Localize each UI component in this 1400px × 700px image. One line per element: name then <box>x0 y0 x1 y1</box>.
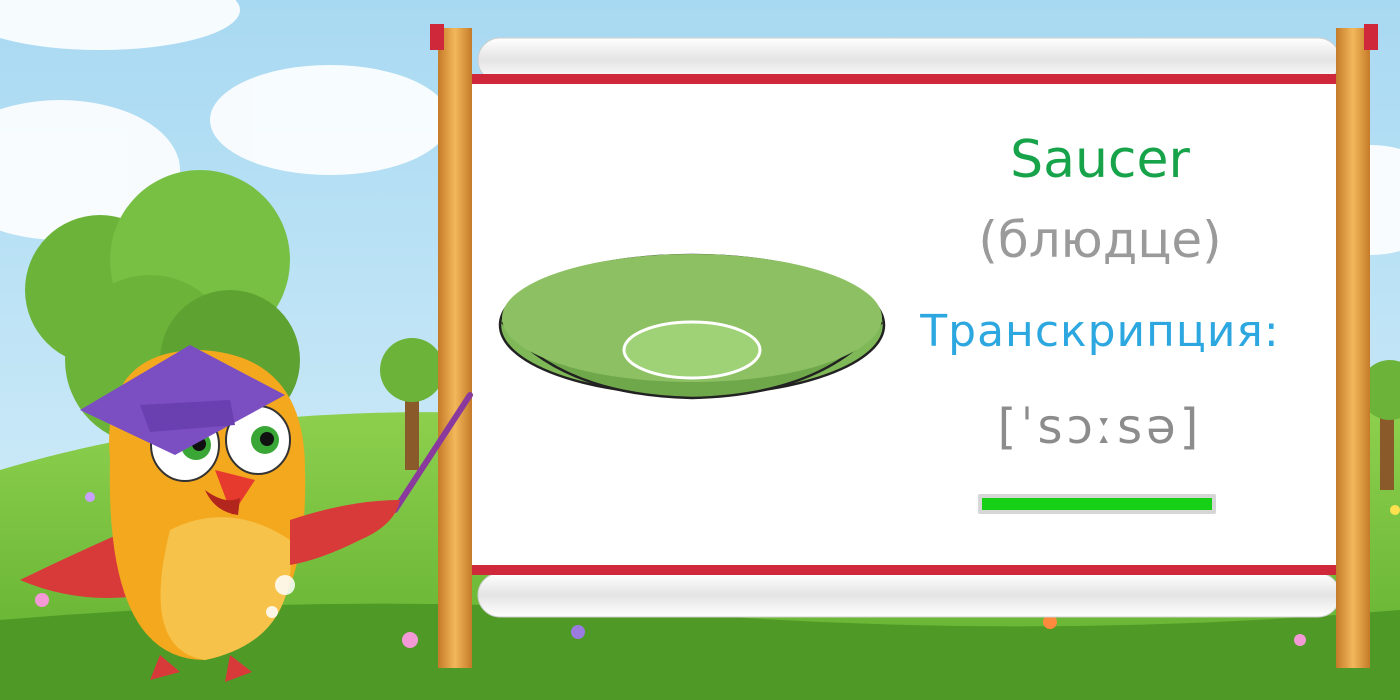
cartoon-scene <box>0 0 1400 700</box>
bottom-rod <box>455 565 1355 575</box>
left-pole <box>438 28 472 668</box>
top-rod <box>455 74 1355 84</box>
bottom-scroll <box>477 572 1341 618</box>
right-pole <box>1336 28 1370 668</box>
